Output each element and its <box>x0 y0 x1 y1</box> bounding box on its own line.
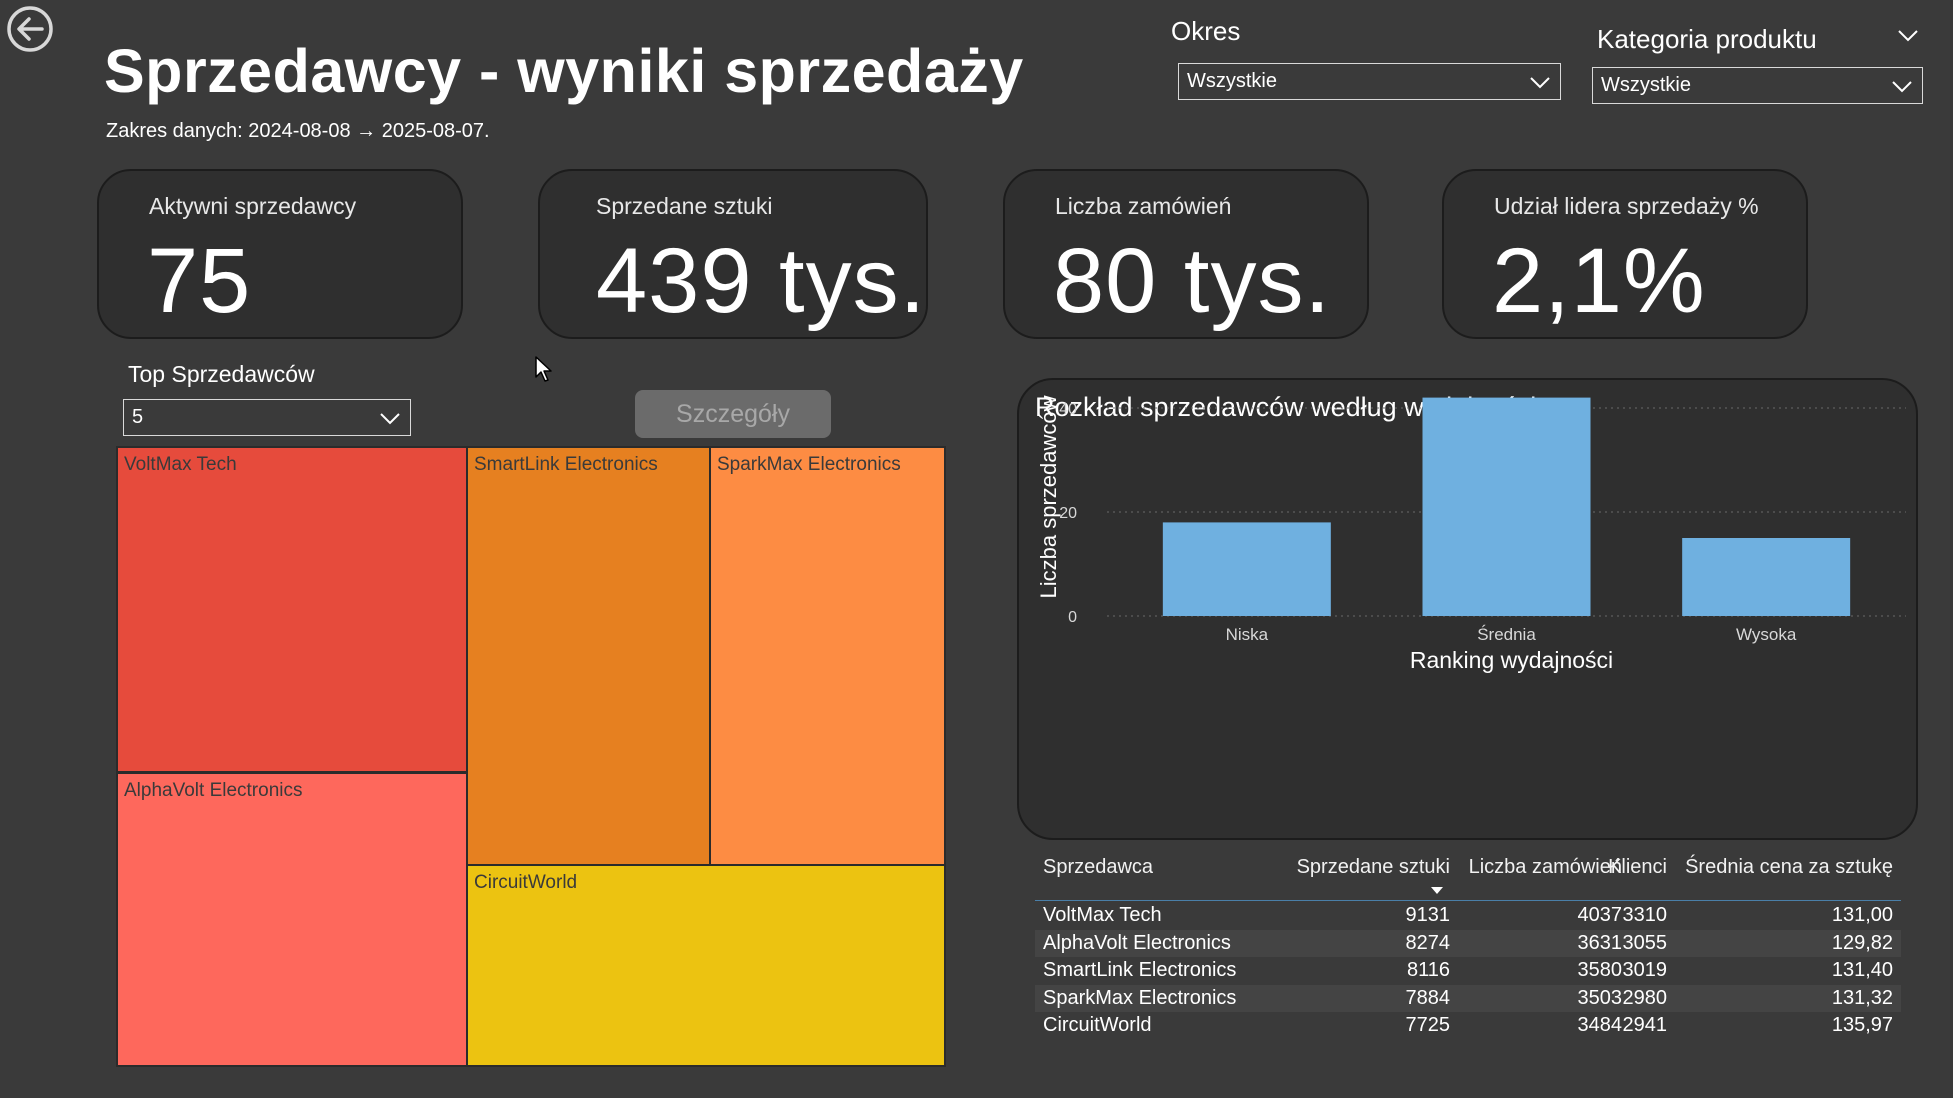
kpi-value: 75 <box>147 230 252 332</box>
kpi-value: 80 tys. <box>1053 230 1332 332</box>
table-cell: 8116 <box>1406 959 1450 981</box>
table-cell: 7884 <box>1405 986 1451 1009</box>
kpi-value: 439 tys. <box>596 230 927 332</box>
column-header-avg-price[interactable]: Średnia cena za sztukę <box>1685 856 1893 879</box>
table-cell: 131,40 <box>1831 959 1893 981</box>
table-cell: 131,32 <box>1831 986 1893 1009</box>
table-cell: 3484 <box>1577 1014 1623 1036</box>
table-row[interactable]: SmartLink Electronics 8116 3580 3019 131,40 <box>1035 957 1901 984</box>
x-axis-title: Ranking wydajności <box>1410 647 1613 673</box>
top-sellers-dropdown[interactable]: 5 <box>123 399 411 436</box>
kpi-label: Aktywni sprzedawcy <box>149 193 357 219</box>
back-arrow-icon <box>7 6 53 52</box>
seller-treemap: VoltMax Tech AlphaVolt Electronics Smart… <box>116 446 946 1067</box>
kpi-card-leader-share: Udział lidera sprzedaży % 2,1% <box>1442 169 1808 339</box>
table-cell: SmartLink Electronics <box>1043 959 1237 981</box>
page-title: Sprzedawcy - wyniki sprzedaży <box>104 37 1024 105</box>
table-cell: AlphaVolt Electronics <box>1043 931 1231 954</box>
sort-descending-icon <box>1431 887 1443 894</box>
treemap-tile[interactable]: AlphaVolt Electronics <box>116 772 468 1067</box>
treemap-tile-label: VoltMax Tech <box>124 454 237 475</box>
treemap-tile-label: SmartLink Electronics <box>474 454 658 475</box>
kpi-label: Udział lidera sprzedaży % <box>1494 193 1759 219</box>
table-cell: 131,00 <box>1831 904 1893 926</box>
treemap-tile-label: AlphaVolt Electronics <box>124 780 303 801</box>
x-tick-label: Niska <box>1226 625 1269 644</box>
treemap-tile[interactable]: CircuitWorld <box>466 864 946 1067</box>
column-header-customers[interactable]: Klienci <box>1608 856 1667 879</box>
treemap-tile[interactable]: VoltMax Tech <box>116 446 468 773</box>
column-header-orders[interactable]: Liczba zamówień <box>1469 856 1622 879</box>
table-cell: CircuitWorld <box>1043 1014 1152 1036</box>
kpi-value: 2,1% <box>1492 230 1706 332</box>
treemap-tile-label: CircuitWorld <box>474 872 578 893</box>
period-dropdown[interactable]: Wszystkie <box>1178 63 1561 100</box>
kpi-label: Sprzedane sztuki <box>596 193 773 219</box>
category-slicer-label: Kategoria produktu <box>1597 24 1817 54</box>
table-cell: 4037 <box>1577 904 1623 926</box>
period-slicer-label: Okres <box>1171 16 1241 46</box>
treemap-tile[interactable]: SparkMax Electronics <box>709 446 946 866</box>
chevron-down-icon <box>1530 76 1550 88</box>
treemap-tile[interactable]: SmartLink Electronics <box>466 446 711 866</box>
x-tick-label: Wysoka <box>1736 625 1797 644</box>
table-cell: SparkMax Electronics <box>1043 986 1237 1009</box>
table-cell: 3631 <box>1577 931 1623 954</box>
kpi-label: Liczba zamówień <box>1055 193 1232 219</box>
period-dropdown-value: Wszystkie <box>1187 70 1277 92</box>
mouse-cursor-icon <box>535 356 552 382</box>
performance-chart-panel: Rozkład sprzedawców według wydajności 02… <box>1017 378 1918 840</box>
top-sellers-dropdown-value: 5 <box>132 406 144 428</box>
performance-bar-chart: 0 20 40 Niska Średnia Wysoka Ranking wydajnośc… <box>1036 395 1906 673</box>
kpi-card-active-sellers: Aktywni sprzedawcy 75 <box>97 169 463 339</box>
table-cell: 2941 <box>1622 1014 1668 1036</box>
y-axis-title: Liczba sprzedawców <box>1036 395 1061 598</box>
treemap-tile-label: SparkMax Electronics <box>717 454 901 475</box>
chevron-down-icon <box>1892 80 1912 92</box>
table-cell: 3580 <box>1577 959 1623 981</box>
back-button[interactable] <box>6 5 54 53</box>
table-cell: 3503 <box>1577 986 1623 1009</box>
top-sellers-label: Top Sprzedawców <box>128 361 315 387</box>
table-cell: 2980 <box>1622 986 1668 1009</box>
date-range-text: Zakres danych: 2024-08-08 → 2025-08-07. <box>106 120 490 142</box>
y-tick-label: 40 <box>1059 401 1077 418</box>
column-header-seller[interactable]: Sprzedawca <box>1043 856 1153 879</box>
bar-wysoka[interactable] <box>1682 538 1851 616</box>
kpi-card-orders: Liczba zamówień 80 tys. <box>1003 169 1369 339</box>
y-tick-label: 20 <box>1059 505 1077 522</box>
column-header-units[interactable]: Sprzedane sztuki <box>1297 856 1450 879</box>
table-cell: 135,97 <box>1831 1014 1893 1036</box>
chevron-down-icon <box>380 412 400 424</box>
bar-niska[interactable] <box>1162 522 1331 616</box>
details-button[interactable]: Szczegóły <box>635 390 831 438</box>
bar-średnia[interactable] <box>1422 397 1591 616</box>
chevron-down-icon[interactable] <box>1896 26 1920 46</box>
table-cell: 3019 <box>1622 959 1668 981</box>
table-row[interactable]: SparkMax Electronics 7884 3503 2980 131,32 <box>1035 984 1901 1012</box>
table-row[interactable]: CircuitWorld 7725 3484 2941 135,97 <box>1035 1012 1901 1039</box>
table-cell: 129,82 <box>1831 931 1893 954</box>
x-tick-label: Średnia <box>1477 625 1536 644</box>
table-cell: 3055 <box>1622 931 1668 954</box>
table-cell: VoltMax Tech <box>1043 904 1162 926</box>
category-dropdown[interactable]: Wszystkie <box>1592 67 1923 104</box>
table-cell: 9131 <box>1405 904 1451 926</box>
category-dropdown-value: Wszystkie <box>1601 74 1691 96</box>
table-row[interactable]: AlphaVolt Electronics 8274 3631 3055 129,82 <box>1035 929 1901 957</box>
header-divider <box>1035 900 1901 901</box>
y-tick-label: 0 <box>1068 609 1077 626</box>
kpi-card-units-sold: Sprzedane sztuki 439 tys. <box>538 169 928 339</box>
table-row[interactable]: VoltMax Tech 9131 4037 3310 131,00 <box>1035 902 1901 929</box>
table-cell: 8274 <box>1405 931 1451 954</box>
table-cell: 7725 <box>1405 1014 1451 1036</box>
table-cell: 3310 <box>1622 904 1668 926</box>
